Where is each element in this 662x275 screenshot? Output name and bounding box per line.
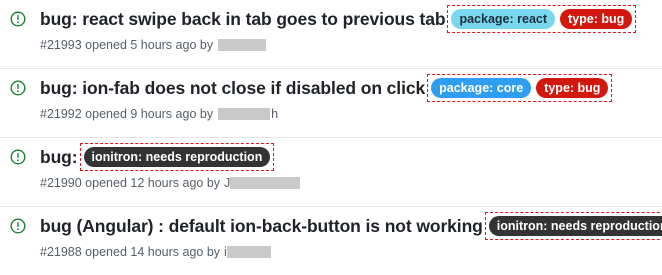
issue-title[interactable]: bug (Angular) : default ion-back-button … [40,216,483,237]
issue-row[interactable]: bug: ion-fab does not close if disabled … [0,69,662,138]
issue-title[interactable]: bug: ion-fab does not close if disabled … [40,78,425,99]
issue-title[interactable]: bug: [40,147,78,168]
redacted-author [230,177,301,189]
labels-highlight: package: core type: bug [427,74,613,102]
labels-highlight: ionitron: needs reproduction [79,143,275,171]
issue-row[interactable]: bug (Angular) : default ion-back-button … [0,207,662,275]
label-badge[interactable]: package: core [431,78,532,98]
redacted-author [226,246,271,258]
label-badge[interactable]: type: bug [560,9,633,29]
label-badge[interactable]: type: bug [536,78,609,98]
issue-meta: #21992 opened 9 hours ago by [40,107,214,121]
author-tail: h [271,107,279,121]
label-badge[interactable]: ionitron: needs reproduction [488,216,662,236]
issue-opened-icon [10,218,26,234]
label-badge[interactable]: ionitron: needs reproduction [83,147,271,167]
labels-highlight: ionitron: needs reproduction [484,212,662,240]
issue-meta: #21993 opened 5 hours ago by [40,38,214,52]
label-badge[interactable]: package: react [451,9,556,29]
issue-row[interactable]: bug: react swipe back in tab goes to pre… [0,0,662,69]
issue-opened-icon [10,11,26,27]
issue-meta: #21990 opened 12 hours ago by [40,176,221,190]
issue-opened-icon [10,149,26,165]
labels-highlight: package: react type: bug [447,5,637,33]
issue-meta: #21988 opened 14 hours ago by [40,245,221,259]
issue-title[interactable]: bug: react swipe back in tab goes to pre… [40,9,446,30]
redacted-author [218,108,271,120]
redacted-author [218,39,267,51]
issue-row[interactable]: bug: ionitron: needs reproduction #21990… [0,138,662,207]
issue-opened-icon [10,80,26,96]
